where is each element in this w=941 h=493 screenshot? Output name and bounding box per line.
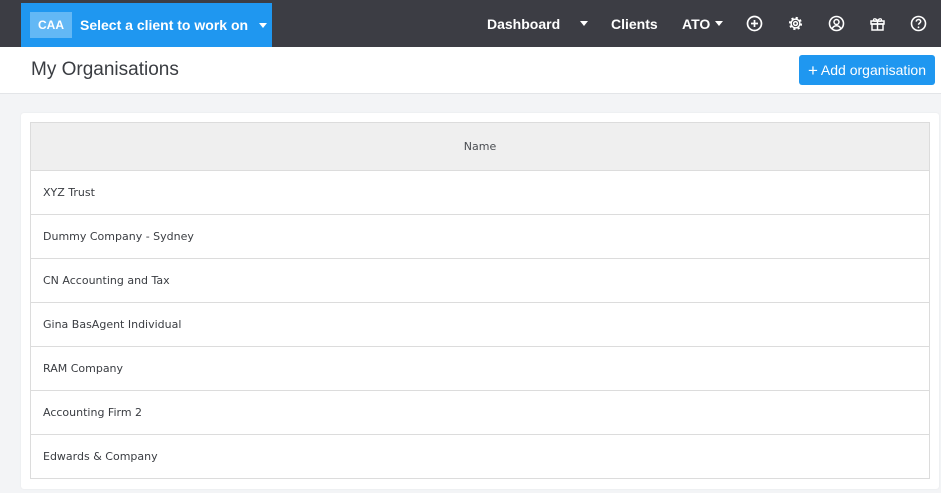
organisation-name-cell[interactable]: Gina BasAgent Individual xyxy=(30,302,930,347)
dashboard-dropdown-toggle[interactable] xyxy=(580,0,588,47)
gift-icon[interactable] xyxy=(869,15,886,32)
table-row[interactable]: Edwards & Company xyxy=(30,434,930,479)
chevron-down-icon xyxy=(259,22,268,28)
table-row[interactable]: Dummy Company - Sydney xyxy=(30,214,930,259)
top-navigation-bar: CAA Select a client to work on Dashboard… xyxy=(0,0,941,47)
add-circle-icon[interactable] xyxy=(746,15,763,32)
organisations-card: Name XYZ Trust Dummy Company - Sydney CN… xyxy=(21,113,939,489)
client-selector-label: Select a client to work on xyxy=(80,17,249,33)
nav-ato-label: ATO xyxy=(682,15,711,32)
user-circle-icon[interactable] xyxy=(828,15,845,32)
table-row[interactable]: RAM Company xyxy=(30,346,930,391)
chevron-down-icon xyxy=(580,21,588,26)
page-title: My Organisations xyxy=(31,59,179,80)
table-row[interactable]: CN Accounting and Tax xyxy=(30,258,930,303)
nav-clients[interactable]: Clients xyxy=(611,0,658,47)
table-row[interactable]: Gina BasAgent Individual xyxy=(30,302,930,347)
help-icon[interactable] xyxy=(910,15,927,32)
organisation-name-cell[interactable]: Dummy Company - Sydney xyxy=(30,214,930,259)
add-organisation-label: Add organisation xyxy=(820,62,926,78)
table-row[interactable]: Accounting Firm 2 xyxy=(30,390,930,435)
organisation-name-cell[interactable]: CN Accounting and Tax xyxy=(30,258,930,303)
organisation-name-cell[interactable]: XYZ Trust xyxy=(30,170,930,215)
gear-icon[interactable] xyxy=(787,15,804,32)
organisation-name-cell[interactable]: RAM Company xyxy=(30,346,930,391)
page-header: My Organisations + Add organisation xyxy=(0,47,941,94)
plus-icon: + xyxy=(807,60,818,80)
organisations-table: Name XYZ Trust Dummy Company - Sydney CN… xyxy=(30,122,930,479)
add-organisation-button[interactable]: + Add organisation xyxy=(799,55,935,85)
table-row[interactable]: XYZ Trust xyxy=(30,170,930,215)
nav-ato[interactable]: ATO xyxy=(682,0,724,47)
client-badge: CAA xyxy=(30,12,72,38)
nav-dashboard[interactable]: Dashboard xyxy=(487,0,560,47)
organisation-name-cell[interactable]: Accounting Firm 2 xyxy=(30,390,930,435)
organisation-name-cell[interactable]: Edwards & Company xyxy=(30,434,930,479)
column-header-name[interactable]: Name xyxy=(30,122,930,171)
client-selector[interactable]: CAA Select a client to work on xyxy=(21,3,272,47)
chevron-down-icon xyxy=(715,21,724,26)
